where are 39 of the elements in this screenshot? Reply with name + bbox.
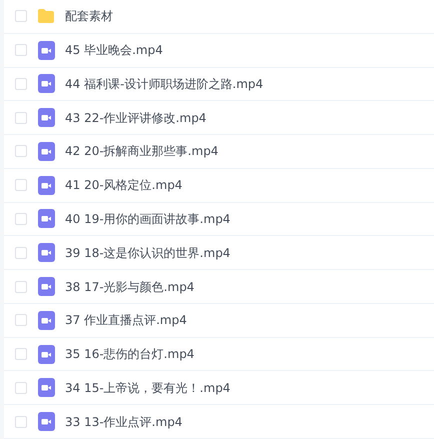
video-file-icon	[38, 277, 54, 296]
file-name[interactable]: 33 13-作业点评.mp4	[65, 412, 182, 431]
checkbox[interactable]	[15, 10, 27, 22]
file-name[interactable]: 42 20-拆解商业那些事.mp4	[65, 142, 218, 160]
checkbox[interactable]	[15, 314, 27, 326]
file-name[interactable]: 39 18-这是你认识的世界.mp4	[65, 244, 230, 262]
video-file-icon	[38, 412, 54, 432]
checkbox[interactable]	[15, 348, 27, 360]
video-file-icon	[38, 209, 54, 228]
video-file-icon	[38, 176, 54, 195]
video-file-icon	[38, 344, 54, 364]
video-file-icon	[38, 142, 54, 161]
folder-icon	[37, 8, 55, 24]
checkbox[interactable]	[15, 280, 27, 292]
video-file-icon	[38, 243, 54, 262]
checkbox[interactable]	[15, 78, 27, 90]
file-name[interactable]: 配套素材	[65, 7, 113, 26]
file-name[interactable]: 37 作业直播点评.mp4	[65, 311, 187, 330]
file-name[interactable]: 43 22-作业评讲修改.mp4	[65, 108, 206, 127]
video-file-icon	[38, 40, 54, 60]
file-name[interactable]: 38 17-光影与颜色.mp4	[65, 278, 194, 296]
checkbox[interactable]	[15, 44, 27, 56]
video-file-icon	[38, 310, 54, 330]
checkbox[interactable]	[15, 382, 27, 394]
video-file-icon	[38, 74, 54, 94]
video-file-icon	[38, 108, 54, 128]
checkbox[interactable]	[15, 416, 27, 428]
checkbox[interactable]	[15, 112, 27, 124]
file-name[interactable]: 35 16-悲伤的台灯.mp4	[65, 345, 194, 364]
checkbox[interactable]	[15, 179, 27, 192]
checkbox[interactable]	[15, 212, 27, 225]
checkbox[interactable]	[15, 246, 27, 259]
file-name[interactable]: 34 15-上帝说，要有光！.mp4	[65, 378, 230, 397]
file-name[interactable]: 40 19-用你的画面讲故事.mp4	[65, 210, 230, 228]
video-file-icon	[38, 378, 54, 398]
file-name[interactable]: 45 毕业晚会.mp4	[65, 41, 163, 60]
file-name[interactable]: 44 福利课-设计师职场进阶之路.mp4	[65, 74, 264, 93]
file-name[interactable]: 41 20-风格定位.mp4	[65, 176, 182, 194]
checkbox[interactable]	[15, 145, 27, 158]
